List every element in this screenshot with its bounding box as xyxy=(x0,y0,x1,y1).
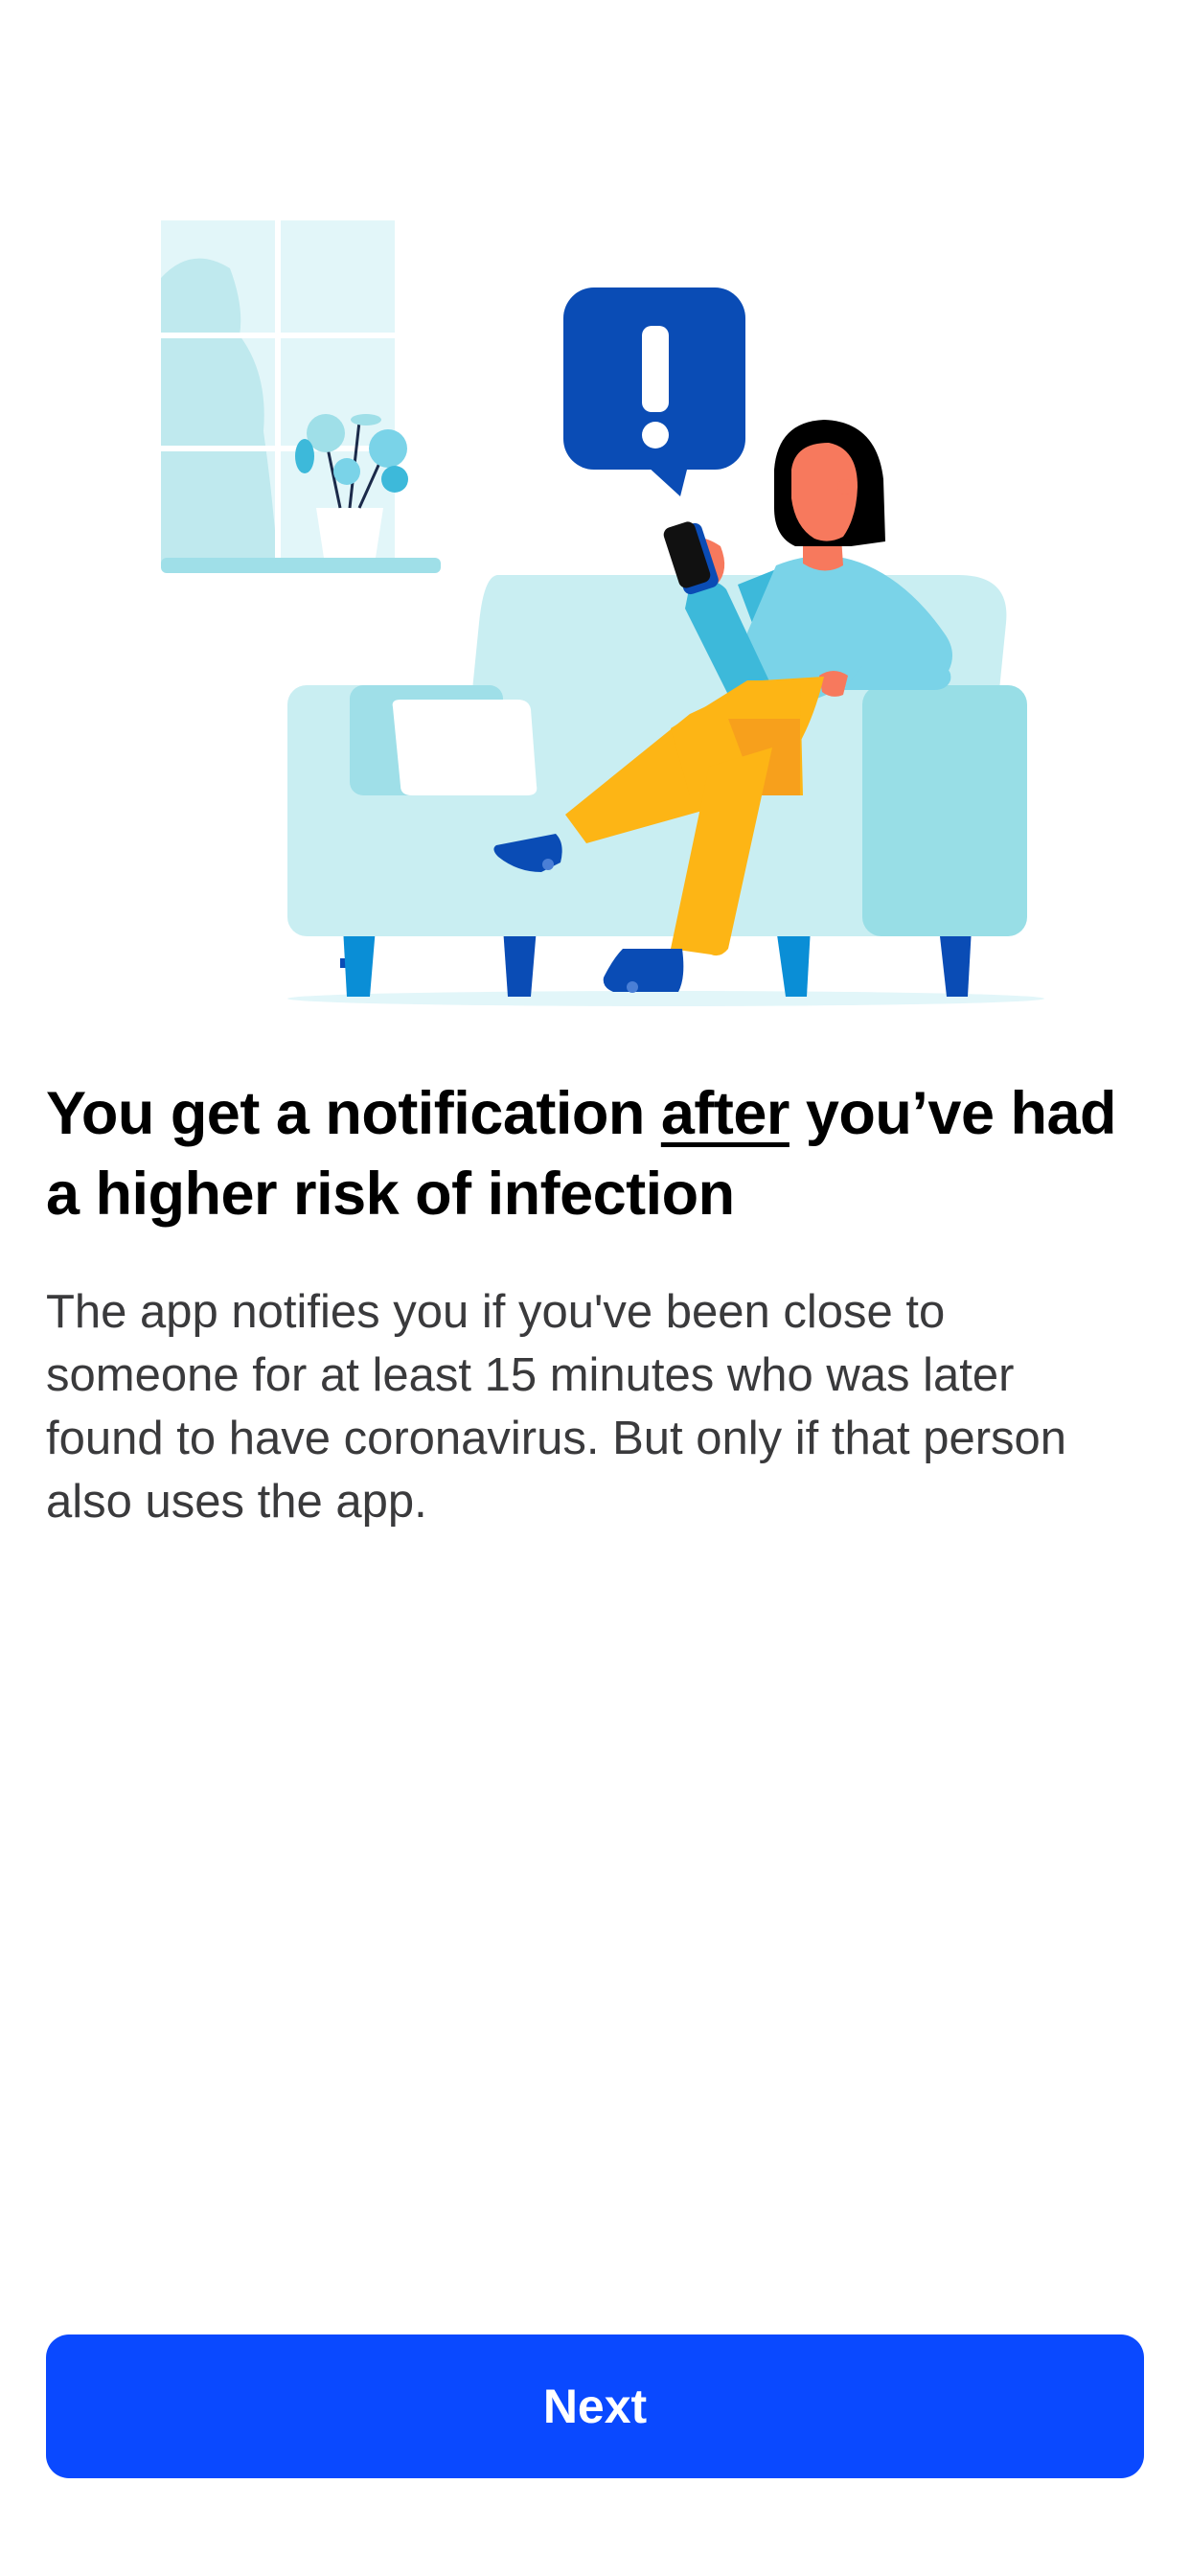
title-text-start: You get a notification xyxy=(46,1080,661,1147)
illustration-svg xyxy=(161,220,1044,1006)
description-text: The app notifies you if you've been clos… xyxy=(46,1286,1067,1528)
next-button[interactable]: Next xyxy=(46,2334,1144,2478)
title-emphasis: after xyxy=(660,1080,790,1147)
person-on-sofa-illustration xyxy=(0,182,1190,1025)
onboarding-screen: You get a notification after you’ve had … xyxy=(0,0,1190,2576)
window-graphic xyxy=(161,220,441,573)
page-title: You get a notification after you’ve had … xyxy=(46,1073,1144,1234)
text-content: You get a notification after you’ve had … xyxy=(46,1073,1144,1533)
alert-bubble-icon xyxy=(563,288,745,496)
